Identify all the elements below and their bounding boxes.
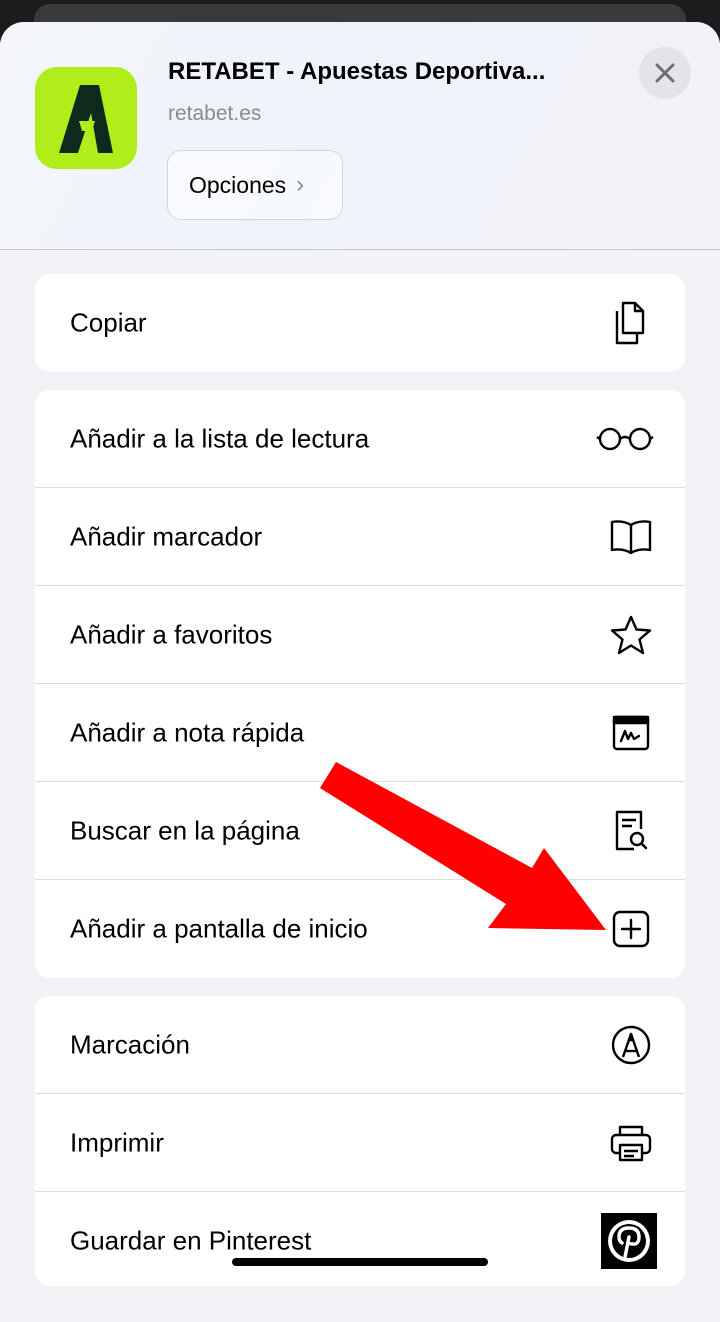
menu-item-print[interactable]: Imprimir: [35, 1094, 685, 1192]
markup-icon: [607, 1021, 655, 1069]
menu-item-label: Copiar: [70, 307, 147, 338]
menu-item-favorites[interactable]: Añadir a favoritos: [35, 586, 685, 684]
share-header: RETABET - Apuestas Deportiva... retabet.…: [0, 22, 720, 250]
menu-item-find-in-page[interactable]: Buscar en la página: [35, 782, 685, 880]
add-square-icon: [607, 905, 655, 953]
menu-item-bookmark[interactable]: Añadir marcador: [35, 488, 685, 586]
menu-item-label: Añadir a favoritos: [70, 619, 273, 649]
menu-item-copy[interactable]: Copiar: [35, 274, 685, 372]
menu-group-copy: Copiar: [35, 274, 685, 372]
home-indicator[interactable]: [232, 1258, 488, 1266]
menu-group-add: Añadir a la lista de lectura Añadir marc…: [35, 390, 685, 978]
star-icon: [607, 611, 655, 659]
menu-item-add-to-home-screen[interactable]: Añadir a pantalla de inicio: [35, 880, 685, 978]
menu-item-label: Añadir a la lista de lectura: [70, 423, 370, 453]
close-button[interactable]: [639, 47, 691, 99]
chevron-right-icon: ›: [296, 171, 305, 198]
share-sheet: RETABET - Apuestas Deportiva... retabet.…: [0, 22, 720, 1322]
menu-item-markup[interactable]: Marcación: [35, 996, 685, 1094]
book-icon: [607, 513, 655, 561]
menu-item-label: Añadir a nota rápida: [70, 717, 305, 747]
menu-item-label: Imprimir: [70, 1127, 164, 1157]
menu-item-label: Buscar en la página: [70, 815, 300, 845]
options-label: Opciones: [189, 171, 287, 198]
printer-icon: [607, 1119, 655, 1167]
menu-group-more: Marcación Imprimir Guardar en Pinterest: [35, 996, 685, 1286]
close-icon: [655, 63, 675, 83]
site-url: retabet.es: [168, 102, 262, 125]
site-title: RETABET - Apuestas Deportiva...: [168, 58, 546, 85]
menu-item-label: Marcación: [70, 1029, 190, 1059]
menu-item-save-pinterest[interactable]: Guardar en Pinterest: [35, 1192, 685, 1286]
menu-item-label: Añadir a pantalla de inicio: [70, 913, 368, 944]
find-in-page-icon: [607, 807, 655, 855]
retabet-app-icon: [35, 67, 137, 169]
menu-item-label: Guardar en Pinterest: [70, 1225, 312, 1256]
pinterest-icon: [601, 1213, 657, 1269]
menu-item-reading-list[interactable]: Añadir a la lista de lectura: [35, 390, 685, 488]
menu-item-quick-note[interactable]: Añadir a nota rápida: [35, 684, 685, 782]
quick-note-icon: [607, 709, 655, 757]
glasses-icon: [595, 415, 655, 463]
copy-icon: [607, 299, 655, 347]
options-button[interactable]: Opciones ›: [167, 150, 343, 220]
menu-item-label: Añadir marcador: [70, 521, 263, 551]
